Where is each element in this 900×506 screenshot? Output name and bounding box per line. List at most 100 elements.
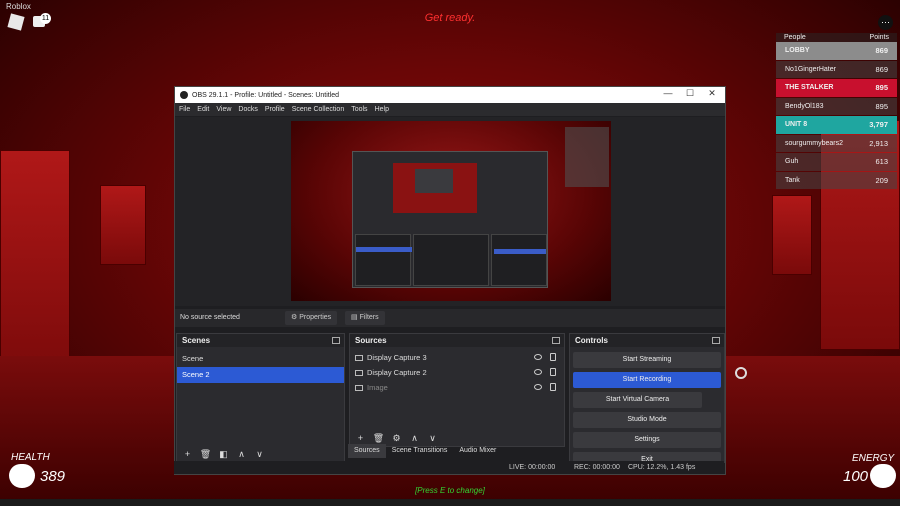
minimize-button[interactable]: — bbox=[657, 88, 679, 98]
tab-audio-mixer[interactable]: Audio Mixer bbox=[453, 444, 502, 458]
menu-item-file[interactable]: File bbox=[179, 106, 190, 113]
heart-icon bbox=[9, 464, 35, 488]
scene-item[interactable]: Scene bbox=[177, 351, 344, 367]
arrow-down-icon[interactable]: ∨ bbox=[426, 432, 439, 444]
obs-title: OBS 29.1.1 - Profile: Untitled - Scenes:… bbox=[192, 91, 340, 99]
leaderboard-team-row[interactable]: THE STALKER 895 bbox=[776, 79, 897, 97]
leaderboard-name: THE STALKER bbox=[785, 84, 834, 92]
people-column-label: People bbox=[784, 34, 806, 41]
eye-off-icon[interactable] bbox=[534, 384, 542, 390]
arrow-up-icon[interactable]: ∧ bbox=[408, 432, 421, 444]
energy-icon bbox=[870, 464, 896, 488]
nested-record-button bbox=[494, 249, 546, 254]
scene-pillar bbox=[772, 195, 812, 275]
leaderboard-team-row[interactable]: LOBBY 869 bbox=[776, 42, 897, 60]
leaderboard: People Points LOBBY 869 No1GingerHater 869 T… bbox=[776, 33, 897, 190]
popout-icon[interactable] bbox=[332, 337, 340, 344]
scenes-title: Scenes bbox=[177, 334, 344, 347]
menu-item-tools[interactable]: Tools bbox=[351, 106, 367, 113]
nested-leaderboard bbox=[565, 127, 609, 187]
leaderboard-player-row[interactable]: No1GingerHater 869 bbox=[776, 60, 897, 78]
preview-canvas[interactable] bbox=[291, 121, 611, 301]
nested-preview bbox=[393, 163, 477, 213]
leaderboard-points: 869 bbox=[875, 46, 888, 56]
eye-icon[interactable] bbox=[534, 369, 542, 375]
sources-toolbar: + 🗑 ⚙ ∧ ∨ bbox=[354, 432, 439, 444]
leaderboard-player-row[interactable]: BendyOl183 895 bbox=[776, 97, 897, 115]
trash-icon[interactable]: 🗑 bbox=[372, 432, 385, 444]
live-status: LIVE: 00:00:00 bbox=[509, 464, 556, 471]
hint-text: [Press E to change] bbox=[415, 486, 485, 495]
menu-item-help[interactable]: Help bbox=[375, 106, 389, 113]
leaderboard-header: People Points bbox=[776, 33, 897, 42]
source-item[interactable]: Display Capture 2 bbox=[350, 365, 564, 380]
menu-item-docks[interactable]: Docks bbox=[238, 106, 257, 113]
scene-item[interactable]: Scene 2 bbox=[177, 367, 344, 383]
leaderboard-player-row[interactable]: Tank 209 bbox=[776, 171, 897, 189]
menu-item-view[interactable]: View bbox=[216, 106, 231, 113]
tab-sources[interactable]: Sources bbox=[348, 444, 386, 458]
popout-icon[interactable] bbox=[552, 337, 560, 344]
start-virtual-camera-button[interactable]: Start Virtual Camera bbox=[573, 392, 702, 408]
popout-icon[interactable] bbox=[712, 337, 720, 344]
source-item[interactable]: Display Capture 3 bbox=[350, 350, 564, 365]
eye-icon[interactable] bbox=[534, 354, 542, 360]
studio-mode-button[interactable]: Studio Mode bbox=[573, 412, 721, 428]
lock-icon[interactable] bbox=[550, 383, 556, 391]
tab-scene-transitions[interactable]: Scene Transitions bbox=[386, 444, 454, 458]
lock-icon[interactable] bbox=[550, 368, 556, 376]
dock-tabs: Sources Scene Transitions Audio Mixer bbox=[174, 444, 502, 458]
gear-icon[interactable]: ⚙ bbox=[390, 432, 403, 444]
obs-menu-bar: File Edit View Docks Profile Scene Collection… bbox=[175, 103, 725, 116]
obs-logo-icon bbox=[180, 91, 188, 99]
controls-dock: Controls Start Streaming Start Recording S… bbox=[569, 333, 725, 468]
properties-button[interactable]: ⚙ Properties bbox=[285, 311, 338, 325]
leaderboard-points: 613 bbox=[875, 157, 888, 167]
rec-status: REC: 00:00:00 bbox=[574, 464, 620, 471]
settings-button[interactable]: Settings bbox=[573, 432, 721, 448]
health-label: HEALTH bbox=[11, 452, 50, 463]
status-message: Get ready. bbox=[424, 12, 476, 24]
monitor-icon bbox=[355, 369, 363, 376]
leaderboard-player-row[interactable]: sourgummybears2 2,913 bbox=[776, 134, 897, 152]
close-button[interactable]: ✕ bbox=[701, 88, 723, 99]
monitor-icon bbox=[355, 354, 363, 361]
controls-title: Controls bbox=[570, 334, 724, 347]
obs-window: OBS 29.1.1 - Profile: Untitled - Scenes:… bbox=[174, 86, 726, 475]
cpu-status: CPU: 12.2%, 1.43 fps bbox=[628, 464, 696, 471]
lock-icon[interactable] bbox=[550, 353, 556, 361]
nested-obs-capture bbox=[352, 151, 548, 288]
menu-item-scene-collection[interactable]: Scene Collection bbox=[292, 106, 345, 113]
menu-item-profile[interactable]: Profile bbox=[265, 106, 285, 113]
crosshair-icon bbox=[735, 367, 747, 379]
scene-pillar bbox=[100, 185, 146, 265]
start-recording-button[interactable]: Start Recording bbox=[573, 372, 721, 388]
source-name: Image bbox=[367, 383, 388, 392]
leaderboard-points: 895 bbox=[875, 83, 888, 93]
add-icon[interactable]: + bbox=[354, 432, 367, 444]
source-name: Display Capture 2 bbox=[367, 368, 427, 377]
nested-controls-panel bbox=[491, 234, 547, 286]
leaderboard-team-row[interactable]: UNIT 8 3,797 bbox=[776, 116, 897, 134]
nested-sources-panel bbox=[413, 234, 489, 286]
filters-button[interactable]: ▤ Filters bbox=[345, 311, 385, 325]
points-column-label: Points bbox=[869, 34, 889, 41]
nested-inner-capture bbox=[415, 169, 453, 193]
leaderboard-points: 895 bbox=[875, 101, 888, 111]
leaderboard-name: Guh bbox=[785, 158, 799, 166]
health-value: 389 bbox=[40, 468, 66, 485]
source-name: Display Capture 3 bbox=[367, 353, 427, 362]
obs-title-bar: OBS 29.1.1 - Profile: Untitled - Scenes:… bbox=[175, 87, 725, 103]
taskbar bbox=[0, 499, 900, 506]
energy-value: 100 bbox=[843, 468, 869, 485]
sources-dock: Sources Display Capture 3 Display Capture… bbox=[349, 333, 565, 447]
source-item[interactable]: Image bbox=[350, 380, 564, 395]
leaderboard-points: 2,913 bbox=[869, 138, 888, 148]
start-streaming-button[interactable]: Start Streaming bbox=[573, 352, 721, 368]
leaderboard-player-row[interactable]: Guh 613 bbox=[776, 153, 897, 171]
leaderboard-name: No1GingerHater bbox=[785, 65, 836, 73]
nested-scenes-panel bbox=[355, 234, 412, 286]
leaderboard-name: UNIT 8 bbox=[785, 121, 808, 129]
maximize-button[interactable]: ☐ bbox=[679, 88, 701, 99]
menu-item-edit[interactable]: Edit bbox=[197, 106, 209, 113]
